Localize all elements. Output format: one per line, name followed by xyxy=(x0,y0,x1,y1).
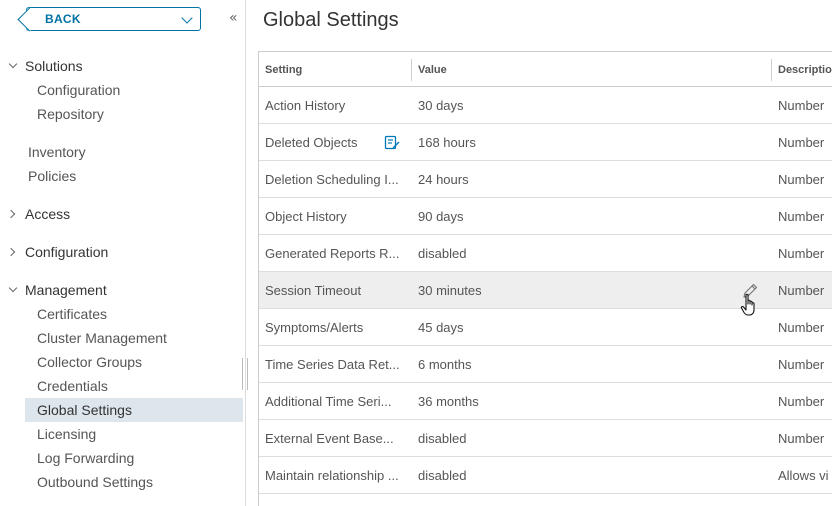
nav-group-access[interactable]: Access xyxy=(0,202,245,226)
nav-group-management[interactable]: Management xyxy=(0,278,245,302)
setting-cell: Action History xyxy=(265,97,346,113)
value-cell: disabled xyxy=(418,467,467,483)
table-row[interactable]: External Event Base... disabled Number xyxy=(259,420,832,457)
description-cell: Number xyxy=(778,319,825,335)
description-cell: Number xyxy=(778,97,825,113)
setting-cell: Session Timeout xyxy=(265,282,362,298)
nav-group-solutions[interactable]: Solutions xyxy=(0,54,245,78)
sidebar-resize-handle[interactable] xyxy=(242,358,248,390)
nav-group-label: Solutions xyxy=(25,58,83,74)
edit-note-icon[interactable] xyxy=(384,134,400,150)
setting-cell: Maintain relationship ... xyxy=(265,467,399,483)
chevron-right-icon xyxy=(6,247,16,257)
sidebar-item-log-forwarding[interactable]: Log Forwarding xyxy=(25,446,243,470)
description-cell: Number xyxy=(778,393,825,409)
value-cell: 168 hours xyxy=(418,134,476,150)
nav-group-label: Management xyxy=(25,282,107,298)
setting-cell: Object History xyxy=(265,208,347,224)
setting-cell: External Event Base... xyxy=(265,430,394,446)
back-button[interactable]: BACK xyxy=(26,7,201,31)
collapse-sidebar-icon[interactable]: « xyxy=(229,10,238,26)
sidebar-item-licensing[interactable]: Licensing xyxy=(25,422,243,446)
chevron-down-icon xyxy=(8,283,18,293)
table-row[interactable]: Session Timeout 30 minutes Number xyxy=(259,272,832,316)
sidebar-item-credentials[interactable]: Credentials xyxy=(25,374,243,398)
chevron-right-icon xyxy=(6,209,16,219)
value-cell: 30 minutes xyxy=(418,282,482,298)
setting-cell: Deletion Scheduling I... xyxy=(265,171,399,187)
table-row[interactable]: Object History 90 days Number xyxy=(259,198,832,235)
sidebar-item-cluster-management[interactable]: Cluster Management xyxy=(25,326,243,350)
table-row[interactable]: Action History 30 days Number xyxy=(259,87,832,124)
chevron-down-icon xyxy=(8,59,18,69)
column-resizer[interactable] xyxy=(771,59,772,81)
table-header: Setting Value Descriptio xyxy=(259,52,832,87)
chevron-down-icon[interactable] xyxy=(181,12,193,24)
setting-cell: Time Series Data Ret... xyxy=(265,356,400,372)
sidebar-item-repository[interactable]: Repository xyxy=(25,102,243,126)
description-cell: Number xyxy=(778,208,825,224)
settings-table: Setting Value Descriptio Action History … xyxy=(258,51,832,506)
sidebar-item-certificates[interactable]: Certificates xyxy=(25,302,243,326)
table-row[interactable]: Generated Reports R... disabled Number xyxy=(259,235,832,272)
description-cell: Number xyxy=(778,282,825,298)
sidebar-item-inventory[interactable]: Inventory xyxy=(25,140,243,164)
description-cell: Number xyxy=(778,356,825,372)
column-header-description[interactable]: Descriptio xyxy=(778,52,832,87)
table-row[interactable]: Symptoms/Alerts 45 days Number xyxy=(259,309,832,346)
nav-group-label: Access xyxy=(25,206,71,222)
table-row[interactable]: Time Series Data Ret... 6 months Number xyxy=(259,346,832,383)
column-resizer[interactable] xyxy=(411,59,412,81)
nav-group-label: Configuration xyxy=(25,244,109,260)
value-cell: 36 months xyxy=(418,393,479,409)
sidebar: BACK « Solutions Configuration Repositor… xyxy=(0,0,246,506)
value-cell: 6 months xyxy=(418,356,472,372)
description-cell: Allows vi xyxy=(778,467,829,483)
value-cell: 45 days xyxy=(418,319,464,335)
sidebar-item-policies[interactable]: Policies xyxy=(25,164,243,188)
setting-cell: Generated Reports R... xyxy=(265,245,400,261)
description-cell: Number xyxy=(778,245,825,261)
value-cell: 30 days xyxy=(418,97,464,113)
description-cell: Number xyxy=(778,134,825,150)
description-cell: Number xyxy=(778,171,825,187)
table-row[interactable]: Deleted Objects 168 hours Number xyxy=(259,124,832,161)
setting-cell: Symptoms/Alerts xyxy=(265,319,364,335)
sidebar-item-outbound-settings[interactable]: Outbound Settings xyxy=(25,470,243,494)
table-row[interactable]: Maintain relationship ... disabled Allow… xyxy=(259,457,832,494)
sidebar-item-collector-groups[interactable]: Collector Groups xyxy=(25,350,243,374)
page-title: Global Settings xyxy=(263,9,399,31)
table-row[interactable]: Deletion Scheduling I... 24 hours Number xyxy=(259,161,832,198)
value-cell: 24 hours xyxy=(418,171,469,187)
description-cell: Number xyxy=(778,430,825,446)
sidebar-item-configuration[interactable]: Configuration xyxy=(25,78,243,102)
setting-cell: Additional Time Seri... xyxy=(265,393,392,409)
back-button-label: BACK xyxy=(45,12,81,26)
table-row[interactable]: Additional Time Seri... 36 months Number xyxy=(259,383,832,420)
value-cell: disabled xyxy=(418,430,467,446)
column-header-value[interactable]: Value xyxy=(418,52,447,87)
value-cell: disabled xyxy=(418,245,467,261)
value-cell: 90 days xyxy=(418,208,464,224)
column-header-setting[interactable]: Setting xyxy=(265,52,302,87)
sidebar-item-global-settings[interactable]: Global Settings xyxy=(25,398,243,422)
nav-group-configuration[interactable]: Configuration xyxy=(0,240,245,264)
